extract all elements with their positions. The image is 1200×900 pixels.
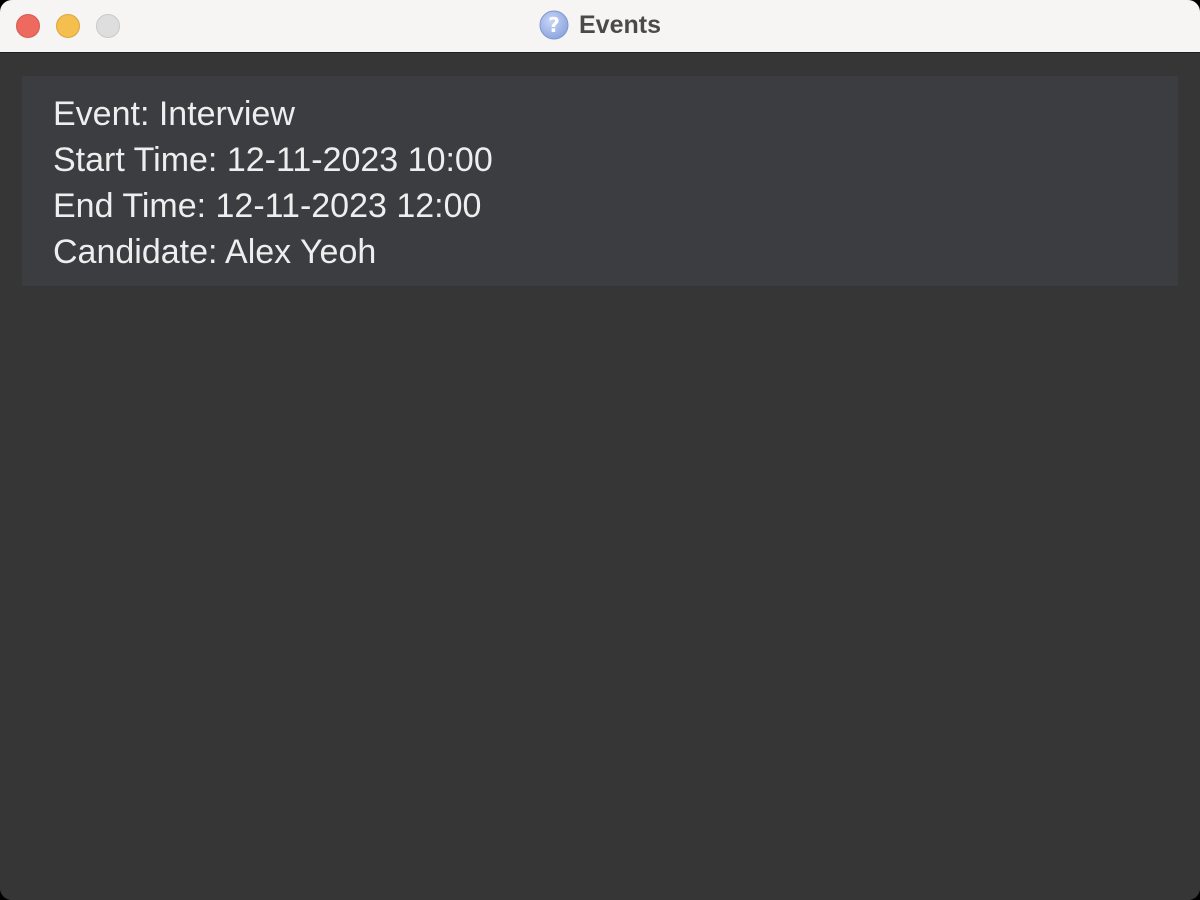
event-name: Event: Interview <box>53 95 295 133</box>
svg-text:?: ? <box>548 13 560 37</box>
help-question-icon: ? <box>539 10 569 40</box>
event-candidate: Candidate: Alex Yeoh <box>53 233 377 271</box>
events-window: ? Events Event: Interview Start Time: 12… <box>0 0 1200 900</box>
window-title-group: ? Events <box>0 0 1200 50</box>
event-start-time: Start Time: 12-11-2023 10:00 <box>53 141 493 179</box>
window-title: Events <box>579 10 661 39</box>
event-card[interactable]: Event: Interview Start Time: 12-11-2023 … <box>22 76 1178 286</box>
event-end-time: End Time: 12-11-2023 12:00 <box>53 187 482 225</box>
title-bar[interactable]: ? Events <box>0 0 1200 53</box>
events-list-area[interactable]: Event: Interview Start Time: 12-11-2023 … <box>0 53 1200 900</box>
